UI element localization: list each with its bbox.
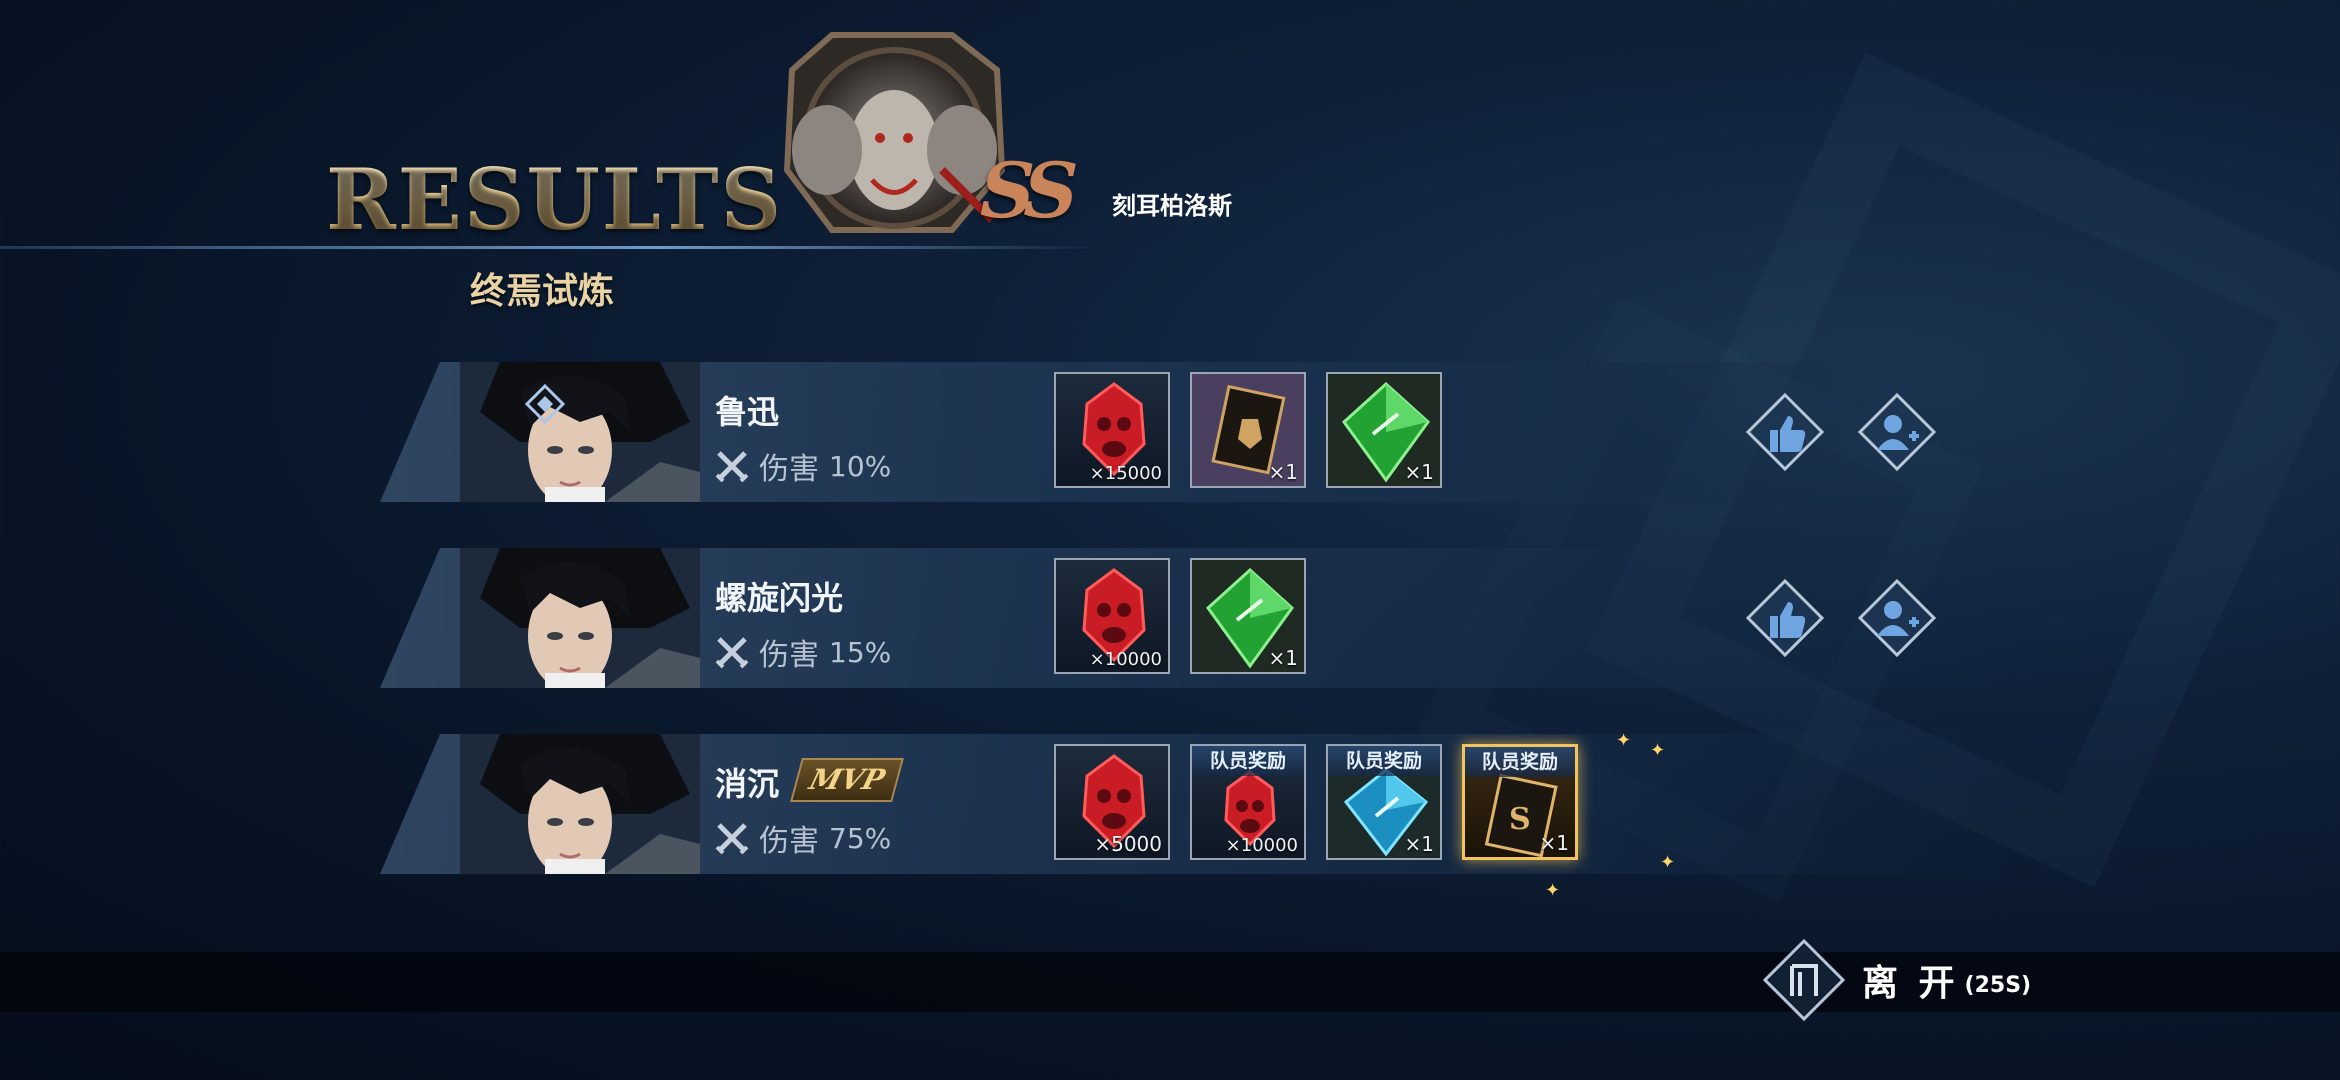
sparkle-effect: ✦ — [1650, 740, 1666, 761]
add-friend-button[interactable] — [1857, 392, 1937, 472]
reward-item[interactable]: ×5000 — [1054, 744, 1170, 860]
reward-item[interactable]: 队员奖励 ×10000 — [1190, 744, 1306, 860]
clear-grade: SS — [970, 146, 1078, 235]
team-reward-tag: 队员奖励 — [1465, 747, 1575, 777]
add-friend-button[interactable] — [1857, 578, 1937, 658]
damage-percent: 75% — [829, 821, 892, 855]
damage-stat: 伤害 75% — [715, 816, 891, 860]
player-row: 消沉 MVP 伤害 75% ×5000 队员奖励 ×10000 队员奖励 ×1 S… — [380, 734, 2020, 874]
reward-item[interactable]: ×1 — [1190, 558, 1306, 674]
sparkle-effect: ✦ — [1545, 880, 1561, 901]
reward-quantity: ×10000 — [1225, 835, 1298, 856]
self-indicator-icon — [525, 384, 565, 424]
like-button[interactable] — [1745, 392, 1825, 472]
leave-button[interactable]: 离 开 (25S) — [1762, 938, 2031, 1022]
reward-quantity: ×1 — [1268, 646, 1298, 670]
player-name: 消沉 — [715, 765, 780, 803]
svg-text:S: S — [1509, 802, 1531, 837]
reward-item[interactable]: ×10000 — [1054, 558, 1170, 674]
reward-quantity: ×15000 — [1089, 463, 1162, 484]
player-row: 鲁迅 伤害 10% ×15000 ×1 ×1 — [380, 362, 2020, 502]
player-avatar — [460, 548, 700, 688]
boss-name: 刻耳柏洛斯 — [1112, 191, 1232, 220]
crossed-swords-icon — [715, 823, 749, 855]
team-reward-tag: 队员奖励 — [1192, 746, 1304, 776]
reward-item[interactable]: 队员奖励 ×1 — [1326, 744, 1442, 860]
reward-quantity: ×1 — [1539, 831, 1569, 855]
exit-door-icon — [1762, 938, 1846, 1022]
mvp-badge: MVP — [790, 758, 904, 802]
crossed-swords-icon — [715, 451, 749, 483]
crossed-swords-icon — [715, 637, 749, 669]
reward-quantity: ×5000 — [1094, 832, 1162, 856]
team-reward-tag: 队员奖励 — [1328, 746, 1440, 776]
damage-stat: 伤害 15% — [715, 630, 891, 674]
stage-subtitle: 终焉试炼 — [470, 270, 615, 312]
player-avatar — [460, 362, 700, 502]
sparkle-effect: ✦ — [1616, 730, 1632, 751]
reward-item[interactable]: ×1 — [1190, 372, 1306, 488]
leave-countdown: (25S) — [1964, 972, 2032, 998]
player-row: 螺旋闪光 伤害 15% ×10000 ×1 — [380, 548, 2020, 688]
damage-stat: 伤害 10% — [715, 444, 891, 488]
reward-quantity: ×1 — [1404, 460, 1434, 484]
player-avatar — [460, 734, 700, 874]
like-button[interactable] — [1745, 578, 1825, 658]
reward-quantity: ×10000 — [1089, 649, 1162, 670]
reward-quantity: ×1 — [1404, 832, 1434, 856]
player-name: 螺旋闪光 — [715, 579, 844, 617]
reward-item[interactable]: ×15000 — [1054, 372, 1170, 488]
player-name: 鲁迅 — [715, 393, 780, 431]
damage-label: 伤害 — [759, 638, 819, 673]
damage-percent: 10% — [829, 449, 892, 483]
reward-item[interactable]: ×1 — [1326, 372, 1442, 488]
leave-label: 离 开 — [1862, 963, 1959, 1004]
damage-label: 伤害 — [759, 452, 819, 487]
reward-quantity: ×1 — [1268, 460, 1298, 484]
sparkle-effect: ✦ — [1660, 852, 1676, 873]
results-title: RESULTS — [326, 150, 784, 249]
damage-percent: 15% — [829, 635, 892, 669]
damage-label: 伤害 — [759, 824, 819, 859]
reward-item[interactable]: S 队员奖励 ×1 — [1462, 744, 1578, 860]
